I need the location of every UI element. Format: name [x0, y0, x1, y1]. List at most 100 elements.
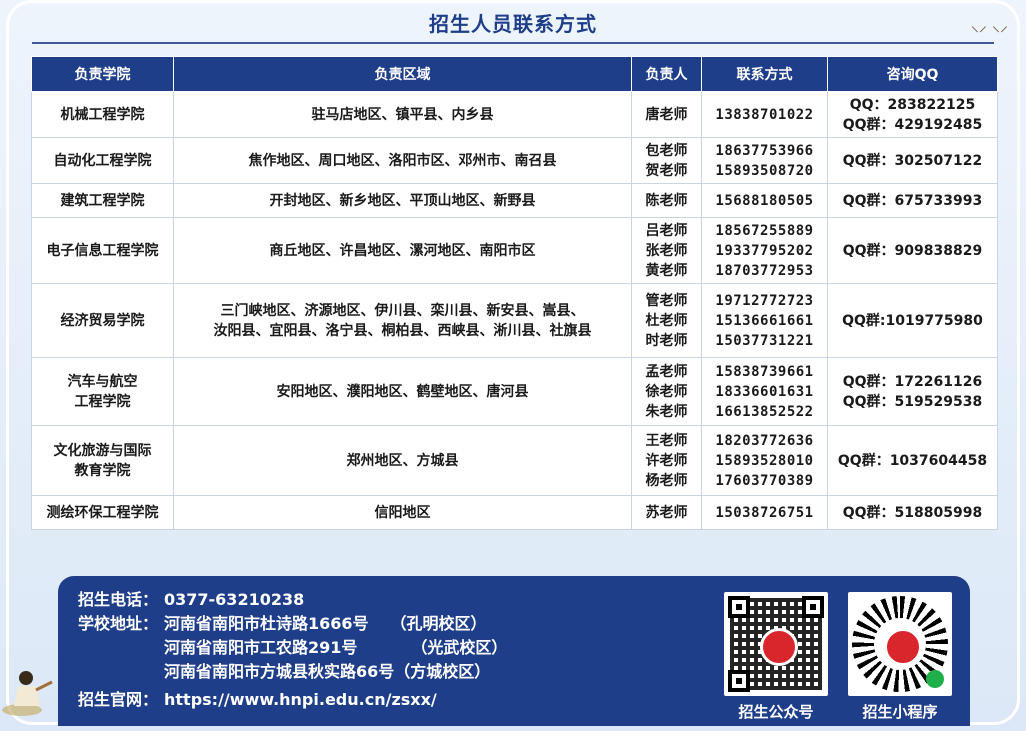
phone-line[interactable]: 18703772953 [706, 261, 823, 281]
qq-cell: QQ群：518805998 [827, 495, 998, 530]
qq-line[interactable]: QQ群：909838829 [832, 241, 993, 261]
phone-cell: 19712772723 15136661661 15037731221 [701, 283, 828, 358]
contact-footer: 招生电话： 0377-63210238 学校地址： 河南省南阳市杜诗路1666号… [58, 576, 970, 726]
qq-line[interactable]: QQ群:1019775980 [832, 311, 993, 331]
region-line: 信阳地区 [374, 504, 431, 521]
college-cell: 汽车与航空 工程学院 [31, 357, 174, 426]
person-cell: 吕老师 张老师 黄老师 [631, 217, 702, 284]
qq-line[interactable]: QQ群：519529538 [832, 392, 993, 412]
person-line: 吕老师 [645, 222, 688, 239]
address-2: 河南省南阳市工农路291号 [164, 638, 358, 657]
phone-line[interactable]: 15038726751 [706, 503, 823, 523]
college-line: 文化旅游与国际 [53, 442, 152, 459]
qq-cell: QQ：283822125 QQ群：429192485 [827, 91, 998, 138]
person-line: 朱老师 [645, 403, 688, 420]
college-line: 建筑工程学院 [60, 192, 145, 209]
college-line: 机械工程学院 [60, 106, 145, 123]
header-person: 负责人 [631, 56, 702, 92]
qr2-caption: 招生小程序 [862, 703, 938, 721]
qq-line[interactable]: QQ群：302507122 [832, 151, 993, 171]
header-college: 负责学院 [31, 56, 174, 92]
region-cell: 焦作地区、周口地区、洛阳市区、邓州市、南召县 [173, 137, 632, 184]
phone-cell: 13838701022 [701, 91, 828, 138]
region-cell: 驻马店地区、镇平县、内乡县 [173, 91, 632, 138]
region-line: 汝阳县、宜阳县、洛宁县、桐柏县、西峡县、淅川县、社旗县 [213, 322, 592, 339]
title-divider [32, 42, 994, 44]
qq-line[interactable]: QQ：283822125 [832, 95, 993, 115]
phone-cell: 15688180505 [701, 183, 828, 218]
phone-line[interactable]: 16613852522 [706, 402, 823, 422]
phone-line[interactable]: 13838701022 [706, 105, 823, 125]
phone-line[interactable]: 15893508720 [706, 161, 823, 181]
region-line: 焦作地区、周口地区、洛阳市区、邓州市、南召县 [248, 152, 557, 169]
website-link[interactable]: https://www.hnpi.edu.cn/zsxx/ [164, 688, 437, 712]
person-line: 杜老师 [645, 312, 688, 329]
college-cell: 机械工程学院 [31, 91, 174, 138]
phone-line[interactable]: 15136661661 [706, 311, 823, 331]
person-line: 时老师 [645, 332, 688, 349]
table-row: 机械工程学院 驻马店地区、镇平县、内乡县 唐老师 13838701022 QQ：2838… [31, 91, 998, 138]
qq-line[interactable]: QQ群：518805998 [832, 503, 993, 523]
table-row: 建筑工程学院 开封地区、新乡地区、平顶山地区、新野县 陈老师 15688180505 Q… [31, 183, 998, 218]
address-label: 学校地址： [78, 614, 159, 633]
campus-3: （方城校区） [394, 662, 491, 681]
college-line: 电子信息工程学院 [46, 242, 159, 259]
phone-line[interactable]: 18567255889 [706, 221, 823, 241]
qq-cell: QQ群：909838829 [827, 217, 998, 284]
phone-line[interactable]: 15688180505 [706, 191, 823, 211]
region-line: 驻马店地区、镇平县、内乡县 [311, 106, 494, 123]
region-line: 开封地区、新乡地区、平顶山地区、新野县 [269, 192, 536, 209]
person-cell: 孟老师 徐老师 朱老师 [631, 357, 702, 426]
region-cell: 郑州地区、方城县 [173, 425, 632, 496]
college-cell: 自动化工程学院 [31, 137, 174, 184]
qq-cell: QQ群：1037604458 [827, 425, 998, 496]
region-line: 安阳地区、濮阳地区、鹤壁地区、唐河县 [276, 383, 529, 400]
phone-line[interactable]: 18336601631 [706, 382, 823, 402]
person-cell: 陈老师 [631, 183, 702, 218]
qq-line[interactable]: QQ群：675733993 [832, 191, 993, 211]
person-line: 徐老师 [645, 383, 688, 400]
phone-line[interactable]: 19337795202 [706, 241, 823, 261]
person-line: 苏老师 [645, 504, 688, 521]
person-line: 陈老师 [645, 192, 688, 209]
table-row: 文化旅游与国际 教育学院 郑州地区、方城县 王老师 许老师 杨老师 18203772636 1… [31, 425, 998, 496]
college-cell: 文化旅游与国际 教育学院 [31, 425, 174, 496]
college-cell: 建筑工程学院 [31, 183, 174, 218]
header-phone: 联系方式 [701, 56, 828, 92]
college-line: 经济贸易学院 [60, 312, 145, 329]
wechat-qr-code [724, 592, 828, 696]
table-row: 测绘环保工程学院 信阳地区 苏老师 15038726751 QQ群：518805998 [31, 495, 998, 530]
phone-line[interactable]: 18637753966 [706, 141, 823, 161]
person-cell: 管老师 杜老师 时老师 [631, 283, 702, 358]
person-line: 唐老师 [645, 106, 688, 123]
phone-line[interactable]: 18203772636 [706, 431, 823, 451]
table-row: 自动化工程学院 焦作地区、周口地区、洛阳市区、邓州市、南召县 包老师 贺老师 18637… [31, 137, 998, 184]
phone-line[interactable]: 15838739661 [706, 362, 823, 382]
person-line: 孟老师 [645, 363, 688, 380]
person-line: 杨老师 [645, 472, 688, 489]
header-region: 负责区域 [173, 56, 632, 92]
person-cell: 王老师 许老师 杨老师 [631, 425, 702, 496]
region-cell: 开封地区、新乡地区、平顶山地区、新野县 [173, 183, 632, 218]
table-header-row: 负责学院 负责区域 负责人 联系方式 咨询QQ [31, 56, 998, 92]
table-row: 汽车与航空 工程学院 安阳地区、濮阳地区、鹤壁地区、唐河县 孟老师 徐老师 朱老师 1583… [31, 357, 998, 426]
phone-line[interactable]: 15893528010 [706, 451, 823, 471]
phone-line[interactable]: 15037731221 [706, 331, 823, 351]
college-line: 工程学院 [74, 393, 131, 410]
address-3: 河南省南阳市方城县秋实路66号 [164, 662, 395, 681]
region-cell: 信阳地区 [173, 495, 632, 530]
qr1-caption: 招生公众号 [738, 703, 814, 721]
qq-cell: QQ群：302507122 [827, 137, 998, 184]
qq-line[interactable]: QQ群：429192485 [832, 115, 993, 135]
person-cell: 苏老师 [631, 495, 702, 530]
phone-line[interactable]: 19712772723 [706, 291, 823, 311]
campus-2: （光武校区） [411, 638, 508, 657]
page: 招生人员联系方式 ⸜⸝ ⸜⸝ 负责学院 负责区域 负责人 联系方式 咨询QQ 机… [0, 0, 1026, 731]
qq-line[interactable]: QQ群：172261126 [832, 372, 993, 392]
header-qq: 咨询QQ [827, 56, 998, 92]
qq-line[interactable]: QQ群：1037604458 [832, 451, 993, 471]
phone-line[interactable]: 17603770389 [706, 471, 823, 491]
phone-value[interactable]: 0377-63210238 [164, 588, 304, 612]
contacts-table: 负责学院 负责区域 负责人 联系方式 咨询QQ 机械工程学院 驻马店地区、镇平县、… [31, 56, 998, 530]
table-row: 经济贸易学院 三门峡地区、济源地区、伊川县、栾川县、新安县、嵩县、 汝阳县、宜阳县、… [31, 283, 998, 358]
